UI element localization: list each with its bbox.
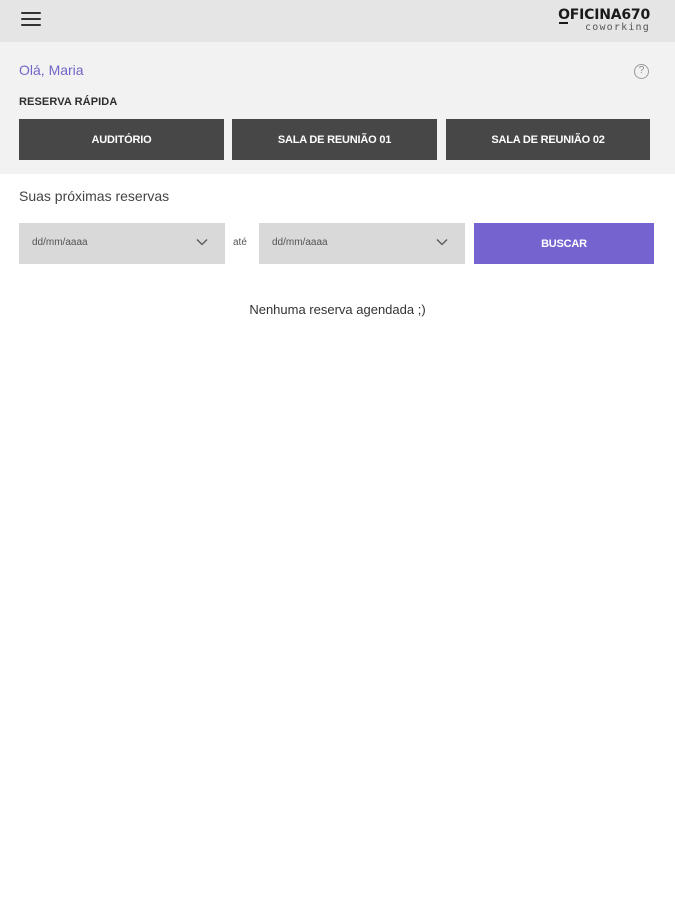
auditorio-button[interactable]: AUDITÓRIO — [19, 119, 224, 160]
search-button[interactable]: BUSCAR — [474, 223, 654, 264]
date-range-separator: até — [233, 237, 247, 248]
end-date-field[interactable]: dd/mm/aaaa — [259, 223, 465, 264]
empty-reservations-message: Nenhuma reserva agendada ;) — [249, 302, 426, 317]
start-date-field[interactable]: dd/mm/aaaa — [19, 223, 225, 264]
help-icon[interactable]: ? — [634, 64, 649, 79]
quick-booking-title: RESERVA RÁPIDA — [19, 96, 118, 108]
greeting-text: Olá, Maria — [19, 62, 84, 78]
oficina670-logo: OFICINA670 coworking — [558, 7, 650, 35]
end-date-placeholder: dd/mm/aaaa — [272, 237, 328, 248]
logo-sub-text: coworking — [585, 22, 650, 33]
hamburger-menu-icon[interactable] — [21, 11, 41, 28]
logo-main-text: OFICINA670 — [558, 7, 650, 23]
top-bar: OFICINA670 coworking — [0, 0, 675, 42]
sala-reuniao-02-button[interactable]: SALA DE REUNIÃO 02 — [446, 119, 650, 160]
logo-underline-mark — [559, 22, 568, 24]
start-date-placeholder: dd/mm/aaaa — [32, 237, 88, 248]
upcoming-reservations-title: Suas próximas reservas — [19, 188, 170, 204]
chevron-down-icon — [196, 239, 208, 246]
chevron-down-icon — [436, 239, 448, 246]
sala-reuniao-01-button[interactable]: SALA DE REUNIÃO 01 — [232, 119, 437, 160]
